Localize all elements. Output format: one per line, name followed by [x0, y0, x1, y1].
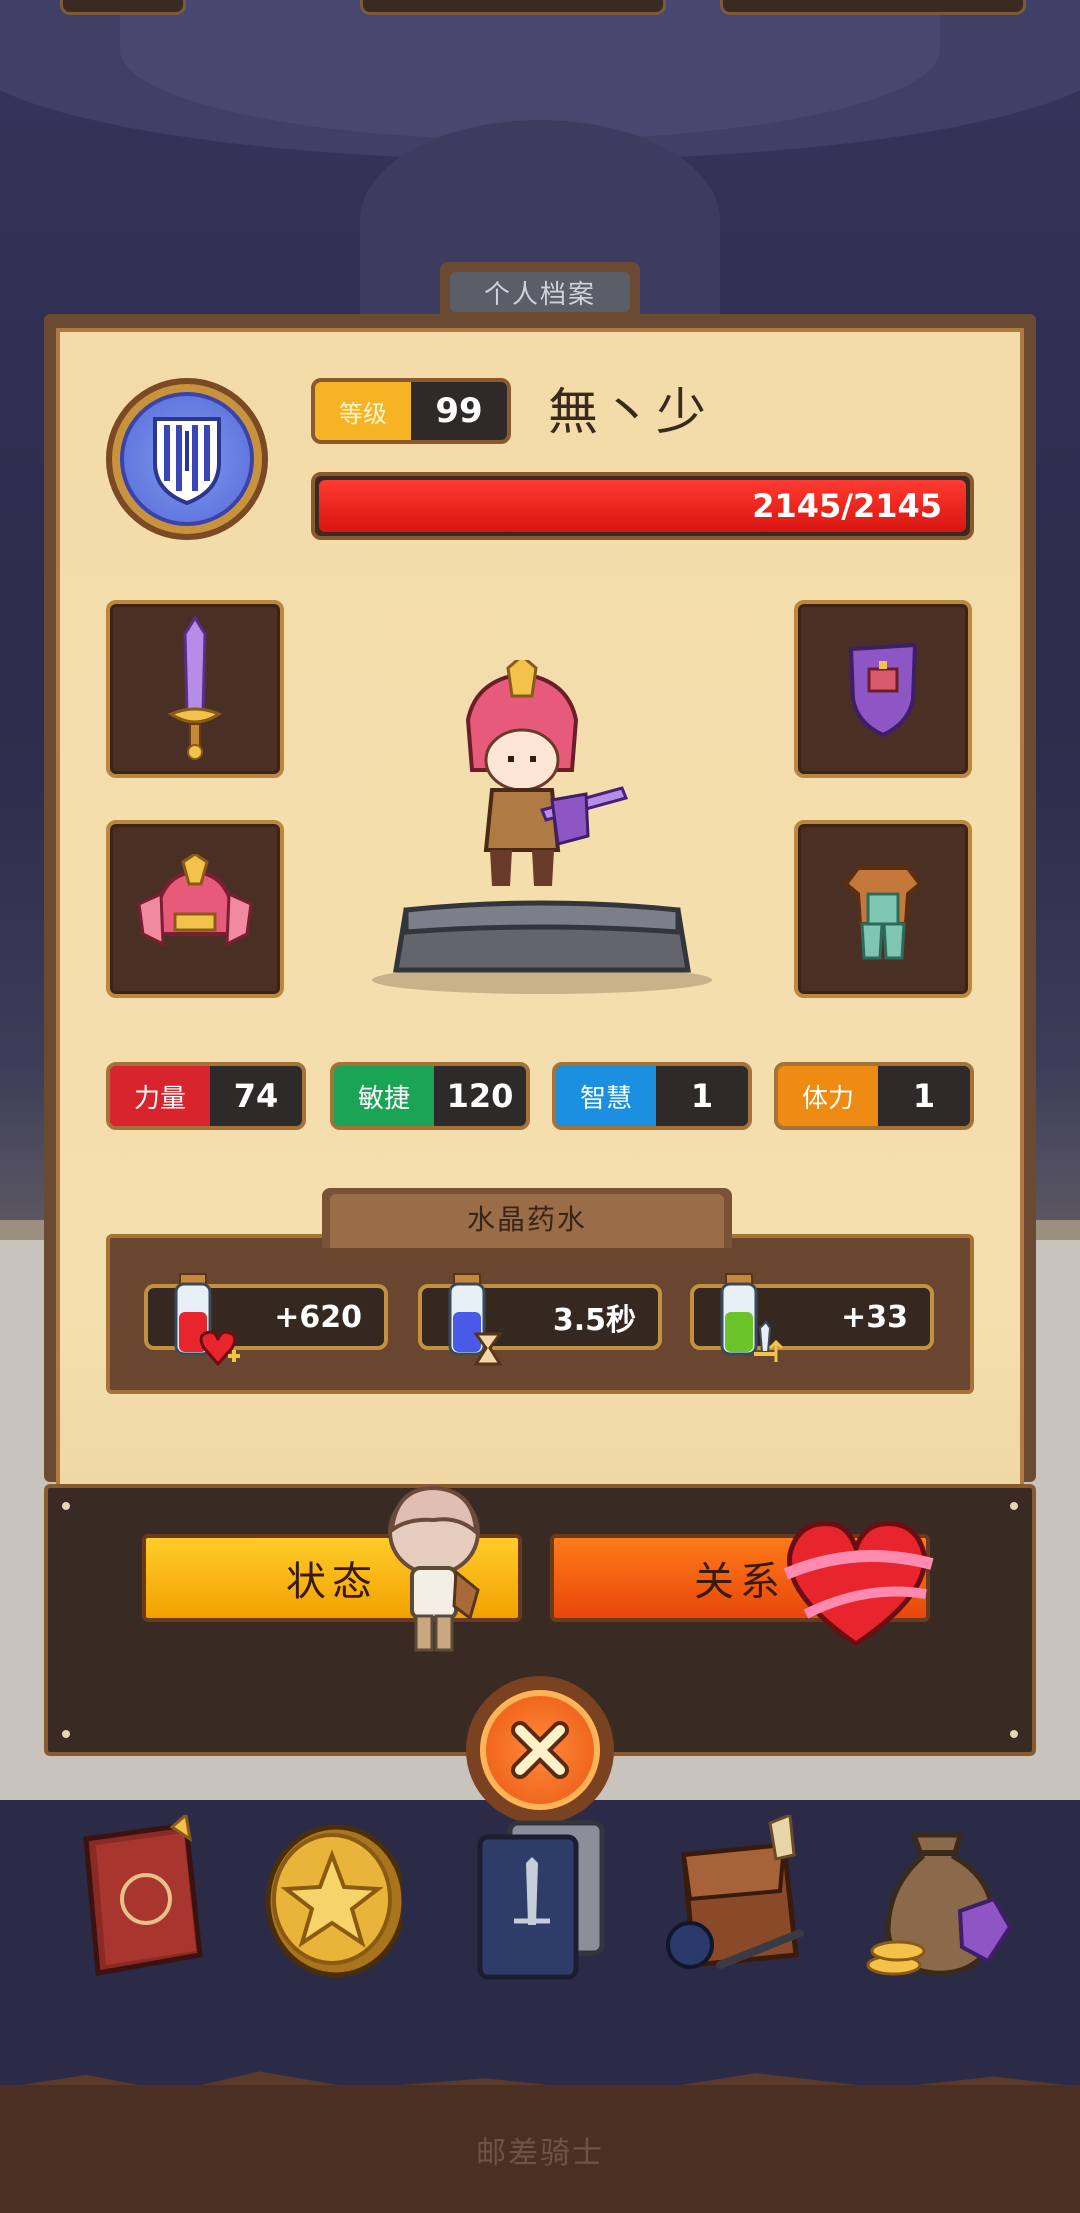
- heart-relation-icon: [783, 1521, 934, 1648]
- stat-agility: 敏捷 120: [330, 1062, 530, 1130]
- hero-sprite: [465, 654, 629, 886]
- attack-potion-icon: [720, 1273, 784, 1362]
- shield-icon: [848, 642, 918, 738]
- armor-icon: [843, 866, 923, 960]
- bottom-bar-label: 邮差骑士: [476, 2136, 604, 2171]
- profile-tab: 个人档案: [440, 262, 640, 318]
- top-stub-center: [360, 0, 666, 15]
- speed-potion-icon: [448, 1273, 503, 1366]
- stat-stamina-label: 体力: [778, 1066, 878, 1126]
- book-icon[interactable]: [72, 1815, 212, 1985]
- stat-wisdom: 智慧 1: [552, 1062, 752, 1130]
- equipment-slot-armor[interactable]: [794, 820, 972, 998]
- profile-tab-title: 个人档案: [450, 272, 630, 312]
- companion-character-icon: [388, 1485, 480, 1652]
- stat-strength-label: 力量: [110, 1066, 210, 1126]
- level-badge: 等级 99: [311, 378, 511, 444]
- hp-bar: 2145/2145: [311, 472, 974, 540]
- stat-agility-value: 120: [446, 1077, 514, 1115]
- stat-strength: 力量 74: [106, 1062, 306, 1130]
- stat-strength-value: 74: [233, 1077, 279, 1115]
- helmet-icon: [137, 854, 253, 947]
- potion-speed-value: 3.5秒: [552, 1303, 636, 1338]
- health-potion-icon: [174, 1273, 240, 1367]
- potion-title: 水晶药水: [466, 1203, 587, 1236]
- backpack-icon[interactable]: [660, 1815, 820, 1985]
- stat-wisdom-label: 智慧: [556, 1066, 656, 1126]
- player-name: 無丶少: [548, 383, 710, 441]
- level-label: 等级: [315, 382, 411, 440]
- card-deck-icon[interactable]: [470, 1815, 610, 1985]
- equipment-slot-helmet[interactable]: [106, 820, 284, 998]
- sword-icon: [167, 615, 223, 760]
- stat-agility-label: 敏捷: [334, 1066, 434, 1126]
- relation-button-label: 关系: [694, 1559, 786, 1605]
- close-icon: [511, 1721, 569, 1779]
- equipment-slot-weapon[interactable]: [106, 600, 284, 778]
- potion-attack-value: +33: [841, 1299, 908, 1335]
- level-value: 99: [435, 391, 483, 431]
- top-stub-left: [60, 0, 186, 15]
- character-display: [372, 654, 712, 1000]
- hp-value: 2145/2145: [319, 480, 966, 532]
- coin-icon[interactable]: [262, 1815, 402, 1985]
- stat-stamina-value: 1: [912, 1077, 936, 1115]
- treasure-bag-icon[interactable]: [864, 1815, 1024, 1985]
- stat-wisdom-value: 1: [690, 1077, 714, 1115]
- top-stub-right: [720, 0, 1026, 15]
- equipment-slot-shield[interactable]: [794, 600, 972, 778]
- guild-emblem-icon[interactable]: [106, 378, 268, 540]
- potion-health-value: +620: [274, 1299, 362, 1335]
- stat-stamina: 体力 1: [774, 1062, 974, 1130]
- status-button-label: 状态: [286, 1559, 378, 1605]
- close-button[interactable]: [466, 1676, 614, 1824]
- potion-tab: 水晶药水: [322, 1188, 732, 1248]
